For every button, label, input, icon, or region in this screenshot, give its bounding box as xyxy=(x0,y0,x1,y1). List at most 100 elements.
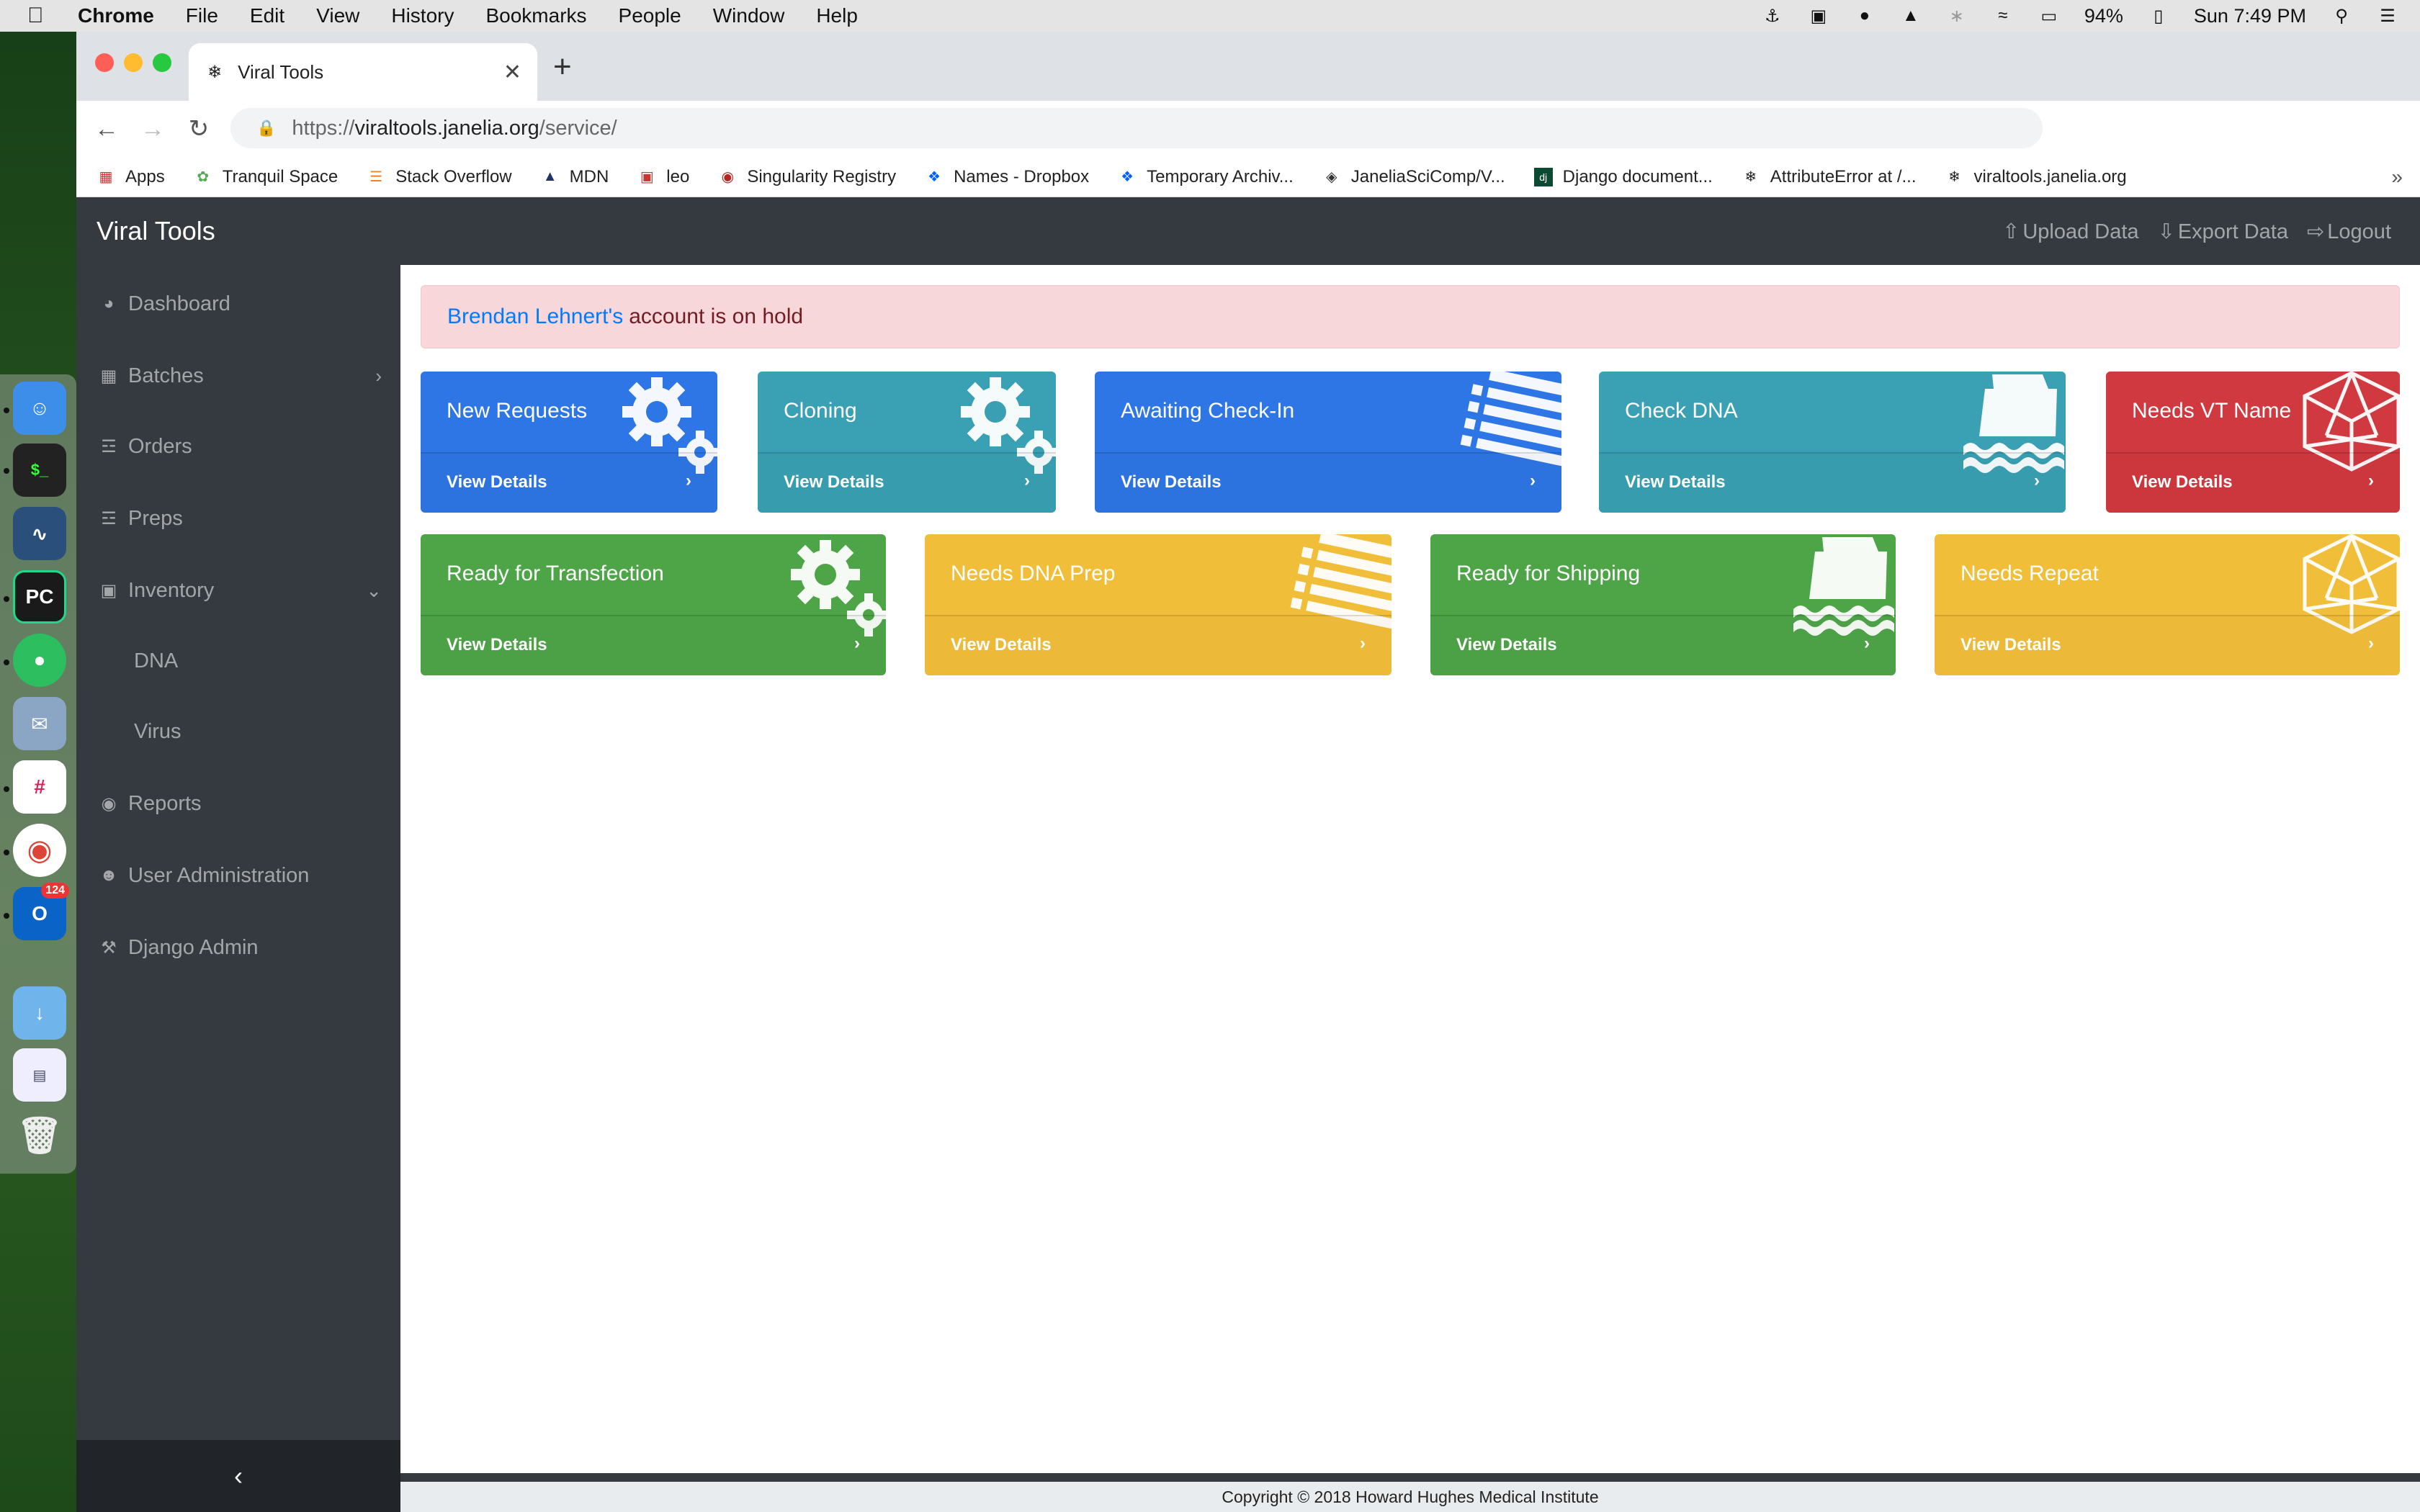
sidebar-item-orders[interactable]: ☲ Orders xyxy=(76,425,400,468)
logout-link[interactable]: ⇨ Logout xyxy=(2307,219,2391,244)
pycharm-icon[interactable]: PC xyxy=(13,570,66,624)
menu-help[interactable]: Help xyxy=(816,4,858,27)
bookmark-singularity-registry[interactable]: ◉ Singularity Registry xyxy=(718,167,896,187)
brand-link[interactable]: Viral Tools xyxy=(97,216,215,246)
bookmark-stack-overflow[interactable]: ☰ Stack Overflow xyxy=(367,167,511,187)
sidebar-item-django-admin[interactable]: ⚒ Django Admin xyxy=(76,926,400,969)
view-details-link[interactable]: View Details › xyxy=(1430,615,1896,675)
view-details-link[interactable]: View Details › xyxy=(758,452,1056,513)
bookmark-django-docs[interactable]: dj Django document... xyxy=(1533,167,1713,187)
menu-history[interactable]: History xyxy=(391,4,454,27)
dock-running-indicator xyxy=(4,913,9,919)
chevron-right-icon: › xyxy=(1360,634,1366,653)
downloads-folder-icon[interactable]: ↓ xyxy=(13,986,66,1040)
new-tab-button[interactable]: + xyxy=(553,49,572,85)
card-needs-repeat: Needs Repeat View Details › xyxy=(1935,534,2400,675)
snowflake-icon: ❄ xyxy=(1948,169,1960,185)
chrome-icon[interactable]: ◉ xyxy=(13,824,66,877)
slack-icon[interactable]: # xyxy=(13,760,66,814)
bookmark-viraltools[interactable]: ❄ viraltools.janelia.org xyxy=(1945,167,2127,187)
forward-arrow-icon[interactable]: → xyxy=(137,115,169,143)
leaf-icon: ✿ xyxy=(197,169,210,185)
bookmarks-overflow-button[interactable]: » xyxy=(2391,166,2403,189)
bookmark-temporary-archive[interactable]: ❖ Temporary Archiv... xyxy=(1118,167,1294,187)
sidebar-item-user-administration[interactable]: ☻ User Administration xyxy=(76,854,400,897)
trash-icon[interactable]: 🗑 xyxy=(13,1109,66,1162)
battery-icon[interactable]: ▯ xyxy=(2148,5,2169,27)
dock-running-indicator xyxy=(4,408,9,413)
tab-title: Viral Tools xyxy=(238,60,324,83)
card-awaiting-check-in: Awaiting Check-In View Details › xyxy=(1095,372,1561,513)
sidebar-item-dashboard[interactable]: ◕ Dashboard xyxy=(76,282,400,325)
view-details-link[interactable]: View Details › xyxy=(421,452,717,513)
warning-icon[interactable]: ▲ xyxy=(1900,5,1922,27)
back-arrow-icon[interactable]: ← xyxy=(91,115,122,143)
sidebar-item-virus[interactable]: Virus xyxy=(76,710,400,753)
singularity-icon: ◉ xyxy=(721,169,735,185)
view-details-link[interactable]: View Details › xyxy=(1935,615,2400,675)
dock-running-indicator xyxy=(4,850,9,855)
mysql-workbench-icon[interactable]: ∿ xyxy=(13,507,66,560)
view-details-link[interactable]: View Details › xyxy=(925,615,1392,675)
battery-percent[interactable]: 94% xyxy=(2084,5,2123,27)
bookmark-mdn[interactable]: ▲ MDN xyxy=(541,167,609,187)
menu-people[interactable]: People xyxy=(619,4,681,27)
s-app-icon[interactable]: ● xyxy=(1854,5,1876,27)
menu-view[interactable]: View xyxy=(316,4,359,27)
terminal-icon[interactable]: $_ xyxy=(13,444,66,497)
sidebar-item-preps[interactable]: ☲ Preps xyxy=(76,497,400,540)
leo-icon: ▣ xyxy=(640,169,654,185)
sidebar-collapse-button[interactable]: ‹ xyxy=(76,1440,400,1512)
bookmark-names-dropbox[interactable]: ❖ Names - Dropbox xyxy=(925,167,1089,187)
mail-icon[interactable]: ✉ xyxy=(13,697,66,750)
wrench-icon: ⚒ xyxy=(101,937,117,958)
sidebar-item-batches[interactable]: ▦ Batches › xyxy=(76,354,400,397)
menu-bookmarks[interactable]: Bookmarks xyxy=(485,4,586,27)
address-bar[interactable]: 🔒 https:// viraltools.janelia.org /servi… xyxy=(230,108,2043,148)
card-title: Cloning xyxy=(784,399,857,423)
menu-file[interactable]: File xyxy=(186,4,218,27)
lock-icon[interactable]: 🔒 xyxy=(256,119,276,138)
view-details-link[interactable]: View Details › xyxy=(421,615,886,675)
spotlight-search-icon[interactable]: ⚲ xyxy=(2331,5,2352,27)
menu-edit[interactable]: Edit xyxy=(250,4,284,27)
card-title: Awaiting Check-In xyxy=(1121,399,1295,423)
bookmark-janeliascicomp[interactable]: ◈ JaneliaSciComp/V... xyxy=(1322,167,1505,187)
main-content: Brendan Lehnert's account is on hold New… xyxy=(400,265,2420,1440)
bookmark-leo[interactable]: ▣ leo xyxy=(637,167,689,187)
reload-icon[interactable]: ↻ xyxy=(183,114,215,143)
evernote-icon[interactable]: ● xyxy=(13,634,66,687)
notification-center-icon[interactable]: ☰ xyxy=(2377,5,2398,27)
close-tab-icon[interactable]: ✕ xyxy=(503,60,521,85)
view-details-link[interactable]: View Details › xyxy=(2106,452,2400,513)
upload-data-link[interactable]: ⇧ Upload Data xyxy=(2002,219,2139,244)
view-details-link[interactable]: View Details › xyxy=(1599,452,2066,513)
apple-menu-icon[interactable]:  xyxy=(27,4,56,28)
minimize-window-button[interactable] xyxy=(124,53,143,72)
bookmark-tranquil-space[interactable]: ✿ Tranquil Space xyxy=(194,167,338,187)
finder-icon[interactable]: ☺ xyxy=(13,382,66,435)
archive-box-icon: ▣ xyxy=(100,580,117,600)
sidebar-item-dna[interactable]: DNA xyxy=(76,639,400,683)
sidebar-item-inventory[interactable]: ▣ Inventory ⌄ xyxy=(76,569,400,612)
bookmark-apps[interactable]: ▦ Apps xyxy=(97,167,165,187)
close-window-button[interactable] xyxy=(95,53,114,72)
docker-icon[interactable]: ⚓ xyxy=(1762,5,1783,27)
url-scheme: https:// xyxy=(292,116,355,140)
view-details-link[interactable]: View Details › xyxy=(1095,452,1561,513)
box-icon[interactable]: ▣ xyxy=(1808,5,1829,27)
tab-viral-tools[interactable]: ❄ Viral Tools ✕ xyxy=(189,43,537,101)
outlook-icon[interactable]: O 124 xyxy=(13,883,69,940)
menu-window[interactable]: Window xyxy=(713,4,785,27)
export-data-link[interactable]: ⇩ Export Data xyxy=(2158,219,2288,244)
sidebar-item-reports[interactable]: ◉ Reports xyxy=(76,782,400,825)
bookmark-attributeerror[interactable]: ❄ AttributeError at /... xyxy=(1742,167,1916,187)
user-profile-link[interactable]: Brendan Lehnert's xyxy=(447,305,623,329)
menubar-clock[interactable]: Sun 7:49 PM xyxy=(2194,5,2306,27)
wifi-icon[interactable]: ≈ xyxy=(1992,5,2014,27)
bluetooth-icon[interactable]: ∗ xyxy=(1946,5,1968,27)
zoom-window-button[interactable] xyxy=(153,53,171,72)
menu-chrome[interactable]: Chrome xyxy=(78,4,154,27)
documents-stack-icon[interactable]: ▤ xyxy=(13,1048,66,1102)
airplay-icon[interactable]: ▭ xyxy=(2038,5,2060,27)
